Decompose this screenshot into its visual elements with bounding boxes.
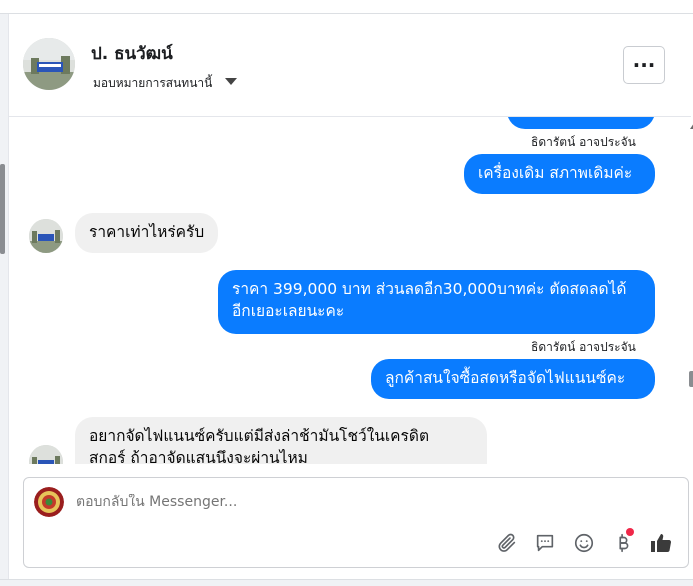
message-bubble-incoming: ราคาเท่าไหร่ครับ xyxy=(75,213,219,253)
message-bubble-outgoing-clipped xyxy=(507,117,655,129)
saved-reply-icon[interactable] xyxy=(532,530,558,556)
customer-avatar xyxy=(29,445,63,464)
message-bubble-outgoing: เครื่องเดิม สภาพเดิมค่ะ xyxy=(464,154,655,194)
assign-conversation-label[interactable]: มอบหมายการสนทนานี้ xyxy=(93,74,212,93)
message-line: อยากจัดไฟแนนซ์ครับแต่มีส่งล่าช้ามันโชว์ใ… xyxy=(89,427,430,445)
message-line: สกอร์ ถ้าอาจัดแสนนึงจะผ่านไหม xyxy=(89,449,308,464)
emoji-icon[interactable] xyxy=(571,530,597,556)
baht-icon[interactable] xyxy=(610,528,636,556)
notification-dot xyxy=(626,528,634,536)
message-bubble-outgoing: ราคา 399,000 บาท ส่วนลดอีก30,000บาทค่ะ ต… xyxy=(218,270,655,334)
customer-avatar xyxy=(29,219,63,253)
page-title: ป. ธนวัฒน์ xyxy=(91,44,173,64)
thread-scrollbar-thumb[interactable] xyxy=(689,371,693,387)
message-bubble-outgoing: ลูกค้าสนใจซื้อสดหรือจัดไฟแนนซ์คะ xyxy=(371,359,655,399)
reply-composer xyxy=(23,477,689,568)
like-icon[interactable] xyxy=(648,530,674,556)
message-thread[interactable]: ธิดารัตน์ อาจประจัน เครื่องเดิม สภาพเดิม… xyxy=(9,117,691,464)
paperclip-icon[interactable] xyxy=(494,530,520,556)
chevron-down-icon[interactable] xyxy=(225,78,237,85)
thread-scrollbar[interactable] xyxy=(689,117,693,464)
reply-input[interactable] xyxy=(76,494,636,510)
message-line: ราคา 399,000 บาท ส่วนลดอีก30,000บาทค่ะ ต… xyxy=(232,280,627,298)
top-frame xyxy=(0,0,693,14)
message-bubble-incoming: อยากจัดไฟแนนซ์ครับแต่มีส่งล่าช้ามันโชว์ใ… xyxy=(75,417,487,464)
conversation-header: ป. ธนวัฒน์ มอบหมายการสนทนานี้ ··· xyxy=(9,14,691,117)
left-scrollbar-thumb[interactable] xyxy=(0,164,5,254)
message-line: อีกเยอะเลยนะคะ xyxy=(232,302,345,320)
left-scrollbar[interactable] xyxy=(0,14,8,585)
more-options-button[interactable]: ··· xyxy=(623,46,665,84)
conversation-panel: ป. ธนวัฒน์ มอบหมายการสนทนานี้ ··· ธิดารั… xyxy=(8,14,693,585)
page-logo-avatar xyxy=(34,487,64,517)
sender-label: ธิดารัตน์ อาจประจัน xyxy=(531,135,636,149)
page-avatar[interactable] xyxy=(23,38,75,90)
sender-label: ธิดารัตน์ อาจประจัน xyxy=(531,340,636,354)
